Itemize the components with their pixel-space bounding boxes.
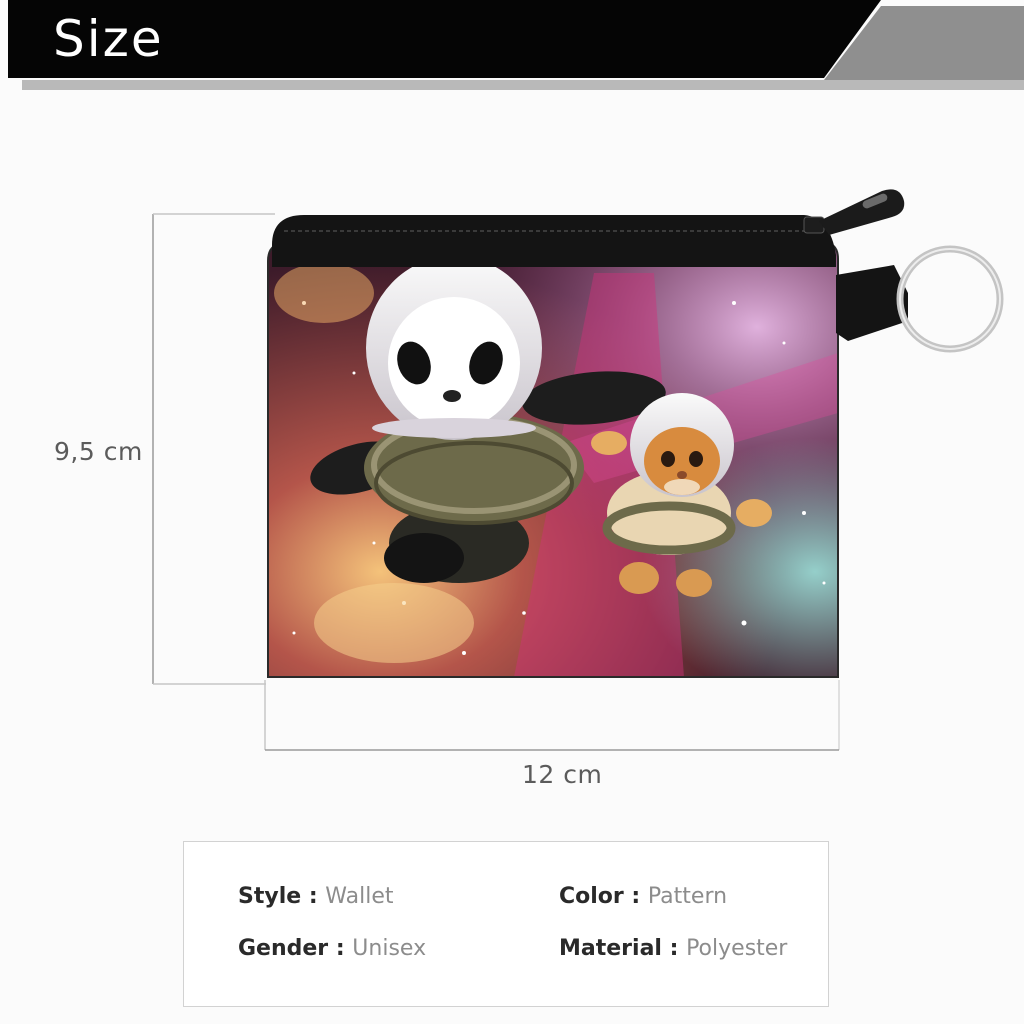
spec-color-value: Pattern: [647, 884, 728, 909]
coin-purse-image: [267, 189, 1004, 678]
spec-gender-value: Unisex: [352, 936, 427, 961]
spec-style: Style : Wallet: [238, 884, 394, 909]
spec-color: Color : Pattern: [559, 884, 728, 909]
spec-style-value: Wallet: [325, 884, 394, 909]
spec-style-label: Style: [238, 884, 302, 909]
spec-material: Material : Polyester: [559, 936, 788, 961]
specification-box: Style : Wallet Color : Pattern Gender : …: [183, 841, 829, 1007]
zipper-pull: [819, 189, 905, 235]
spec-material-value: Polyester: [686, 936, 788, 961]
spec-color-label: Color: [559, 884, 624, 909]
height-label: 9,5 cm: [54, 437, 143, 466]
zipper-band: [272, 215, 836, 267]
spec-material-label: Material: [559, 936, 662, 961]
spec-gender-label: Gender: [238, 936, 329, 961]
spec-gender: Gender : Unisex: [238, 936, 427, 961]
width-label: 12 cm: [522, 760, 603, 789]
